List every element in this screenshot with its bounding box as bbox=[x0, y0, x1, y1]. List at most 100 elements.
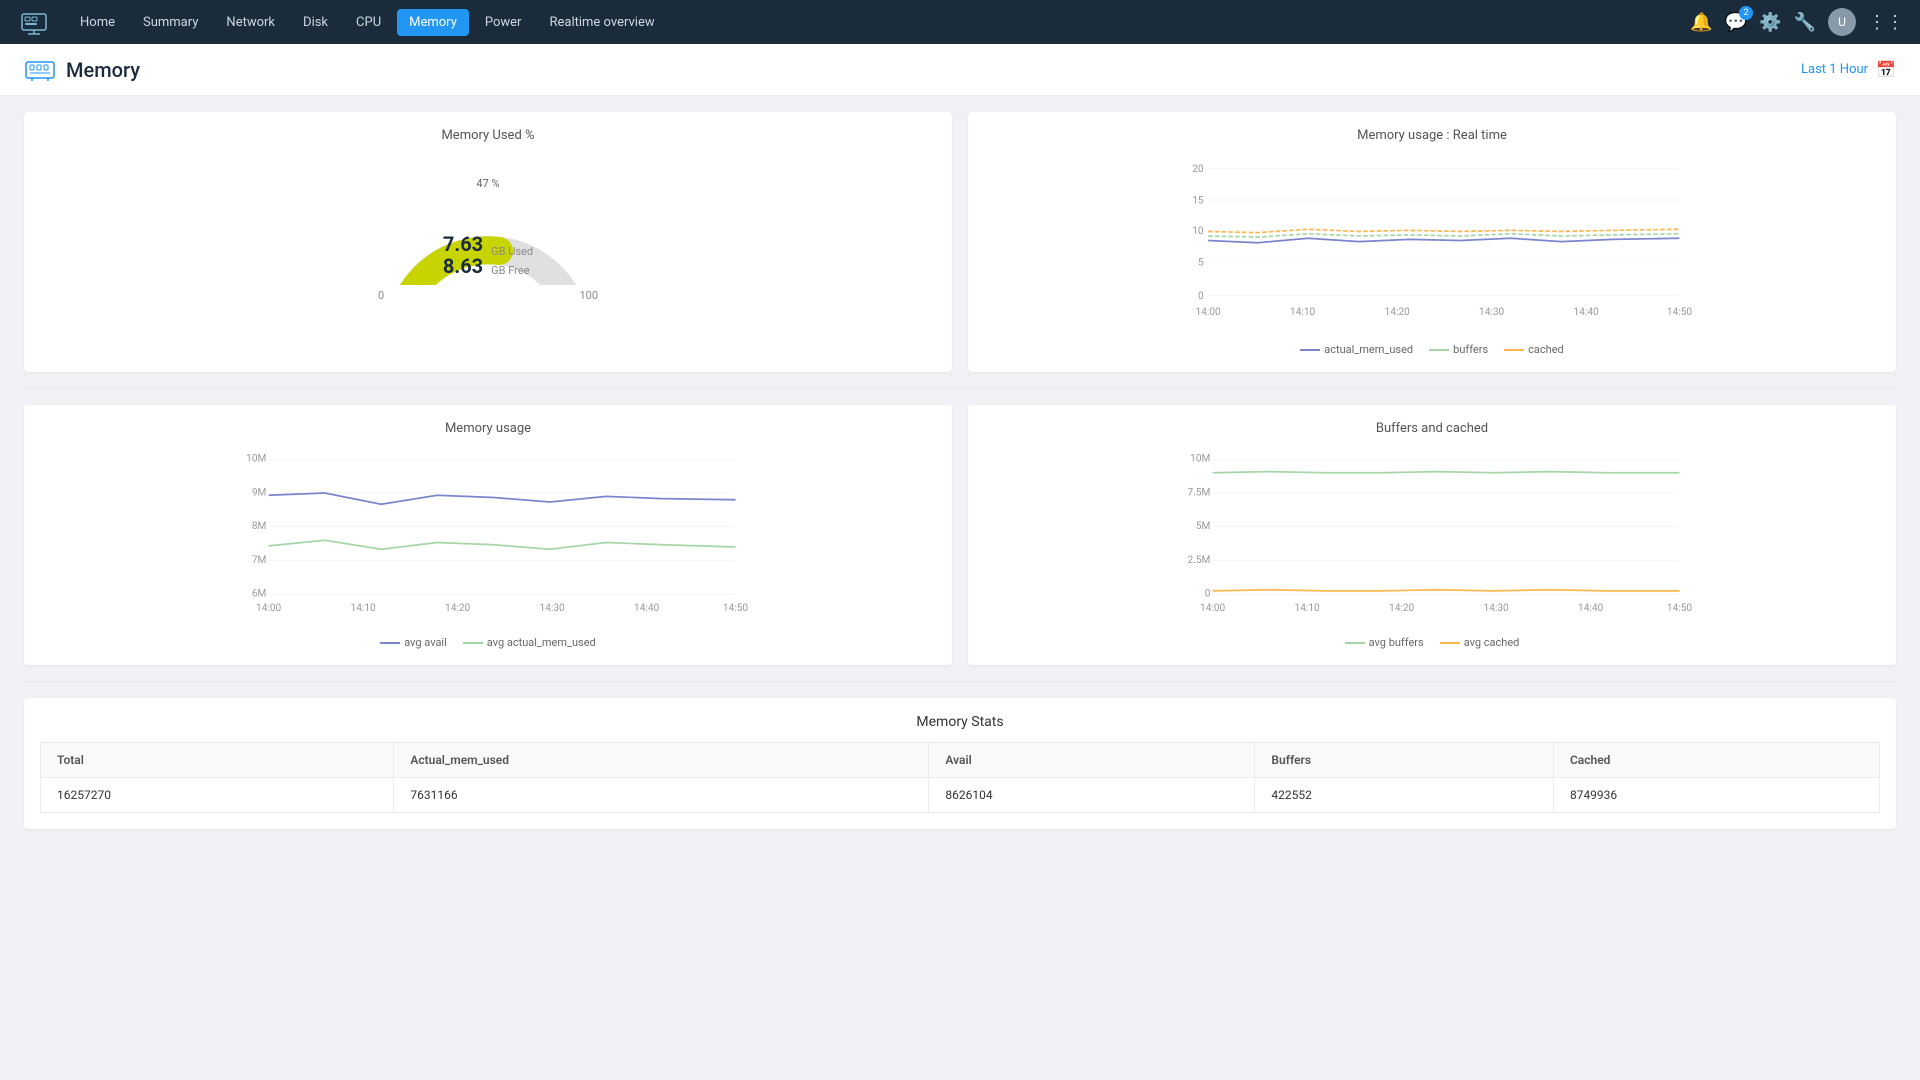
legend-actual-mem-used: actual_mem_used bbox=[1300, 343, 1413, 356]
legend-avg-buffers-label: avg buffers bbox=[1369, 636, 1424, 649]
svg-text:14:10: 14:10 bbox=[1295, 603, 1320, 614]
legend-avg-actual: avg actual_mem_used bbox=[463, 636, 596, 649]
svg-text:14:20: 14:20 bbox=[1385, 307, 1410, 318]
nav-realtime[interactable]: Realtime overview bbox=[537, 9, 666, 36]
svg-text:14:40: 14:40 bbox=[1574, 307, 1599, 318]
gauge-max: 100 bbox=[579, 289, 598, 302]
nav-memory[interactable]: Memory bbox=[397, 9, 469, 36]
nav-network[interactable]: Network bbox=[214, 9, 287, 36]
memory-usage-title: Memory usage bbox=[40, 421, 936, 436]
legend-actual-label: actual_mem_used bbox=[1324, 343, 1413, 356]
gauge-wrapper: 47 % 7.63 8.63 GB Used GB Free bbox=[378, 165, 598, 285]
nav-power[interactable]: Power bbox=[473, 9, 534, 36]
buffers-svg: 10M 7.5M 5M 2.5M 0 14:00 bbox=[984, 448, 1880, 628]
message-badge: 2 bbox=[1739, 6, 1753, 20]
col-actual-mem-used: Actual_mem_used bbox=[394, 743, 929, 778]
calendar-icon[interactable]: 📅 bbox=[1876, 60, 1896, 79]
legend-buffers-line bbox=[1429, 349, 1449, 351]
gauge-percent-label: 47 % bbox=[476, 177, 499, 190]
svg-text:14:10: 14:10 bbox=[1290, 307, 1315, 318]
legend-actual-line bbox=[1300, 349, 1320, 351]
legend-avg-avail: avg avail bbox=[380, 636, 447, 649]
svg-text:14:40: 14:40 bbox=[1578, 603, 1603, 614]
svg-text:10: 10 bbox=[1192, 226, 1204, 237]
legend-avg-cached: avg cached bbox=[1440, 636, 1520, 649]
settings-icon[interactable]: ⚙️ bbox=[1759, 12, 1781, 33]
legend-cached-line bbox=[1504, 349, 1524, 351]
svg-text:14:30: 14:30 bbox=[1484, 603, 1509, 614]
legend-avg-cached-line bbox=[1440, 642, 1460, 644]
legend-avg-buffers-line bbox=[1345, 642, 1365, 644]
svg-text:5: 5 bbox=[1198, 257, 1204, 268]
stats-title: Memory Stats bbox=[40, 714, 1880, 730]
gauge-gb-values: 7.63 8.63 bbox=[443, 233, 483, 277]
page-title: Memory bbox=[66, 58, 140, 82]
legend-avg-cached-label: avg cached bbox=[1464, 636, 1520, 649]
cell-actual-mem-used: 7631166 bbox=[394, 778, 929, 813]
time-filter-label[interactable]: Last 1 Hour bbox=[1801, 62, 1868, 77]
realtime-legend: actual_mem_used buffers cached bbox=[984, 343, 1880, 356]
bell-icon[interactable]: 🔔 bbox=[1690, 12, 1712, 33]
svg-text:14:50: 14:50 bbox=[723, 603, 748, 614]
svg-text:14:20: 14:20 bbox=[1389, 603, 1414, 614]
buffers-cached-card: Buffers and cached 10M 7.5M 5M 2.5M 0 bbox=[968, 405, 1896, 665]
svg-text:5M: 5M bbox=[1196, 521, 1211, 532]
memory-usage-chart-container: 10M 9M 8M 7M 6M 14:00 bbox=[40, 448, 936, 628]
top-row: Memory Used % 47 % 7.63 8.63 bbox=[24, 112, 1896, 372]
section-divider-2 bbox=[24, 681, 1896, 682]
gb-free-label: GB Free bbox=[491, 264, 533, 277]
svg-text:14:50: 14:50 bbox=[1667, 307, 1692, 318]
col-total: Total bbox=[41, 743, 394, 778]
svg-text:7M: 7M bbox=[252, 555, 267, 566]
legend-avg-actual-line bbox=[463, 642, 483, 644]
stats-data-row: 16257270 7631166 8626104 422552 8749936 bbox=[41, 778, 1880, 813]
nav-cpu[interactable]: CPU bbox=[344, 9, 393, 36]
gauge-container: 47 % 7.63 8.63 GB Used GB Free 0 bbox=[40, 155, 936, 312]
svg-text:10M: 10M bbox=[246, 454, 266, 465]
section-divider-1 bbox=[24, 388, 1896, 389]
logo bbox=[16, 4, 52, 40]
svg-text:6M: 6M bbox=[252, 589, 267, 600]
memory-usage-svg: 10M 9M 8M 7M 6M 14:00 bbox=[40, 448, 936, 628]
svg-text:14:10: 14:10 bbox=[351, 603, 376, 614]
svg-text:15: 15 bbox=[1192, 195, 1204, 206]
top-navigation: Home Summary Network Disk CPU Memory Pow… bbox=[0, 0, 1920, 44]
legend-avg-buffers: avg buffers bbox=[1345, 636, 1424, 649]
time-filter-area: Last 1 Hour 📅 bbox=[1801, 60, 1896, 79]
legend-avg-avail-line bbox=[380, 642, 400, 644]
realtime-chart-container: 20 15 10 5 0 bbox=[984, 155, 1880, 335]
gauge-labels: GB Used GB Free bbox=[491, 245, 533, 277]
gb-used-value: 7.63 bbox=[443, 233, 483, 255]
nav-disk[interactable]: Disk bbox=[291, 9, 340, 36]
bottom-charts-row: Memory usage 10M 9M 8M 7M 6M bbox=[24, 405, 1896, 665]
gauge-bottom-labels: 0 100 bbox=[378, 289, 598, 302]
svg-text:10M: 10M bbox=[1190, 454, 1210, 465]
buffers-legend: avg buffers avg cached bbox=[984, 636, 1880, 649]
message-icon[interactable]: 💬 2 bbox=[1725, 12, 1747, 33]
legend-buffers-label: buffers bbox=[1453, 343, 1488, 356]
config-icon[interactable]: 🔧 bbox=[1794, 12, 1816, 33]
svg-text:14:40: 14:40 bbox=[634, 603, 659, 614]
legend-avg-avail-label: avg avail bbox=[404, 636, 447, 649]
memory-icon bbox=[24, 54, 56, 86]
nav-home[interactable]: Home bbox=[68, 9, 127, 36]
realtime-chart-svg: 20 15 10 5 0 bbox=[984, 155, 1880, 335]
svg-text:14:20: 14:20 bbox=[445, 603, 470, 614]
gauge-values-container: 7.63 8.63 GB Used GB Free bbox=[443, 233, 533, 277]
svg-text:9M: 9M bbox=[252, 487, 267, 498]
page-header: Memory Last 1 Hour 📅 bbox=[0, 44, 1920, 96]
svg-text:2.5M: 2.5M bbox=[1188, 555, 1211, 566]
legend-cached-label: cached bbox=[1528, 343, 1564, 356]
realtime-title: Memory usage : Real time bbox=[984, 128, 1880, 143]
svg-text:20: 20 bbox=[1192, 164, 1204, 175]
svg-text:14:30: 14:30 bbox=[1479, 307, 1504, 318]
legend-buffers: buffers bbox=[1429, 343, 1488, 356]
grid-icon[interactable]: ⋮⋮ bbox=[1868, 12, 1904, 33]
nav-summary[interactable]: Summary bbox=[131, 9, 210, 36]
stats-table: Total Actual_mem_used Avail Buffers Cach… bbox=[40, 742, 1880, 813]
svg-text:14:00: 14:00 bbox=[256, 603, 281, 614]
svg-text:0: 0 bbox=[1205, 589, 1211, 600]
gb-free-value: 8.63 bbox=[443, 255, 483, 277]
avatar[interactable]: U bbox=[1828, 8, 1856, 36]
gauge-title: Memory Used % bbox=[40, 128, 936, 143]
